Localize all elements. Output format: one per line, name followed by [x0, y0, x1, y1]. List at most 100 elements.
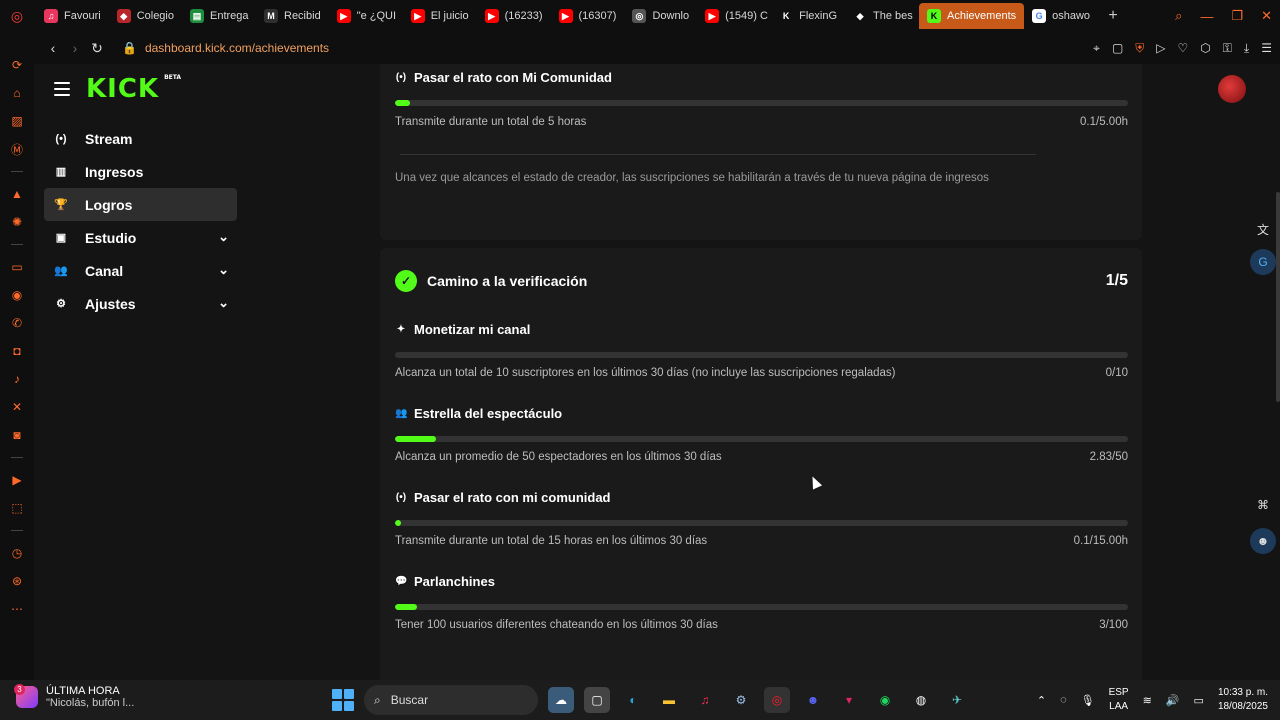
taskbar-search[interactable]: ⌕ Buscar — [364, 685, 538, 715]
chevron-up-icon[interactable]: ⌃ — [1037, 694, 1046, 707]
edge-icon[interactable]: ◐ — [620, 687, 646, 713]
twitch-icon[interactable]: ▭ — [8, 258, 26, 276]
snapshot-icon[interactable]: ▢ — [1112, 41, 1123, 55]
file-explorer-icon[interactable]: ▬ — [656, 687, 682, 713]
news-widget[interactable]: 3 ÚLTIMA HORA "Nicolás, bufón l... — [14, 684, 134, 709]
messenger-icon[interactable]: ◉ — [8, 286, 26, 304]
achievement-description: Alcanza un total de 10 suscriptores en l… — [395, 367, 896, 379]
chatgpt-icon[interactable]: ✺ — [8, 213, 26, 231]
adblock-shield-icon[interactable]: ⛨ — [1135, 41, 1144, 56]
forward-button[interactable]: › — [64, 37, 86, 59]
steam-icon[interactable]: ⚙ — [728, 687, 754, 713]
pinboard-icon[interactable]: ⬚ — [8, 499, 26, 517]
sidebar-item-canal[interactable]: 👥 Canal ⌄ — [44, 254, 237, 287]
browser-tab[interactable]: ▶ (16233) — [477, 3, 551, 29]
gx-icon[interactable]: ⊛ — [8, 572, 26, 590]
reload-button[interactable]: ↻ — [86, 37, 108, 59]
more-icon[interactable]: ⋯ — [8, 600, 26, 618]
sidebar-item-stream[interactable]: (•) Stream — [44, 122, 237, 155]
sidebar-item-label: Ajustes — [85, 295, 136, 312]
back-button[interactable]: ‹ — [42, 37, 64, 59]
new-tab-button[interactable]: + — [1102, 5, 1124, 27]
browser-tab[interactable]: ♫ Favouri — [36, 3, 109, 29]
microphone-icon[interactable]: 🎙 — [1081, 694, 1095, 707]
sidebar-item-label: Ingresos — [85, 163, 144, 180]
apps-grid-icon[interactable]: ⌘ — [1250, 492, 1276, 518]
assistant-icon[interactable]: G — [1250, 249, 1276, 275]
windows-start-icon[interactable] — [332, 689, 354, 711]
opera-gx-icon[interactable]: ◎ — [764, 687, 790, 713]
browser-tab[interactable]: K Achievements — [919, 3, 1025, 29]
achievements-content: (•) Pasar el rato con Mi Comunidad Trans… — [380, 64, 1142, 680]
bot-icon[interactable]: ☻ — [1250, 528, 1276, 554]
ai-icon[interactable]: ⟳ — [8, 56, 26, 74]
download-icon[interactable]: ⤓ — [1244, 41, 1249, 56]
browser-tab[interactable]: ▶ El juicio — [403, 3, 477, 29]
chevron-down-icon[interactable]: ⌄ — [218, 295, 229, 311]
obs-icon[interactable]: ◍ — [908, 687, 934, 713]
widgets-icon[interactable]: ☁ — [548, 687, 574, 713]
vpn-icon[interactable]: ⚿ — [1223, 41, 1232, 56]
language-indicator[interactable]: ESP LAA — [1109, 686, 1129, 714]
kick-logo[interactable]: KICK BETA — [86, 74, 181, 104]
discord-icon[interactable]: ◙ — [8, 426, 26, 444]
tiktok-icon[interactable]: ♪ — [8, 370, 26, 388]
chat-app-icon[interactable]: ✈ — [944, 687, 970, 713]
maximize-button[interactable]: ❐ — [1231, 8, 1243, 24]
app-icon[interactable]: ▾ — [836, 687, 862, 713]
close-window-button[interactable]: ✕ — [1261, 8, 1272, 24]
battery-icon[interactable]: ▭ — [1194, 694, 1204, 707]
url-field[interactable]: 🔒 dashboard.kick.com/achievements — [122, 41, 329, 55]
wifi-icon[interactable]: ≋ — [1143, 694, 1152, 707]
pin-icon[interactable]: ⌖ — [1093, 41, 1100, 56]
extensions-icon[interactable]: ⬡ — [1200, 41, 1210, 55]
aria-icon[interactable]: ▲ — [8, 185, 26, 203]
hamburger-menu-icon[interactable] — [54, 82, 70, 96]
tab-label: Favouri — [64, 10, 101, 22]
player-icon[interactable]: ▶ — [8, 471, 26, 489]
player-icon[interactable]: ▷ — [1156, 41, 1165, 55]
x-icon[interactable]: ✕ — [8, 398, 26, 416]
browser-tab[interactable]: Goshawo — [1024, 3, 1098, 29]
chevron-down-icon[interactable]: ⌄ — [218, 262, 229, 278]
mail-icon[interactable]: Ⓜ — [8, 140, 26, 158]
tray-app-icon[interactable]: ◌ — [1060, 694, 1067, 706]
heart-icon[interactable]: ♡ — [1178, 41, 1189, 55]
sidebar-item-ajustes[interactable]: ⚙ Ajustes ⌄ — [44, 287, 237, 320]
browser-tab[interactable]: K FlexinG — [771, 3, 845, 29]
whatsapp-icon[interactable]: ✆ — [8, 314, 26, 332]
sidebar-item-estudio[interactable]: ▣ Estudio ⌄ — [44, 221, 237, 254]
instagram-icon[interactable]: ◘ — [8, 342, 26, 360]
achievement-title: 👥 Estrella del espectáculo — [395, 406, 562, 421]
browser-tab[interactable]: ▤ Entrega — [182, 3, 256, 29]
task-view-icon[interactable]: ▢ — [584, 687, 610, 713]
volume-icon[interactable]: 🔊 — [1166, 694, 1180, 707]
discord-icon[interactable]: ☻ — [800, 687, 826, 713]
clock[interactable]: 10:33 p. m. 18/08/2025 — [1218, 686, 1268, 714]
history-icon[interactable]: ◷ — [8, 544, 26, 562]
workspace-icon[interactable]: ⌂ — [8, 84, 26, 102]
browser-tab[interactable]: ◎ Downlo — [624, 3, 697, 29]
search-tabs-icon[interactable]: ⌕ — [1175, 8, 1182, 24]
sidebar-item-ingresos[interactable]: ▥ Ingresos — [44, 155, 237, 188]
browser-tab[interactable]: ◆ Colegio — [109, 3, 182, 29]
browser-tab[interactable]: ◆ The bes — [845, 3, 919, 29]
tab-favicon-icon: ▶ — [336, 9, 351, 23]
browser-tab[interactable]: ▶ (1549) C — [697, 3, 771, 29]
translate-icon[interactable]: 文 — [1250, 216, 1276, 242]
achievement-progress: 0.1/5.00h — [1080, 116, 1128, 128]
sidebar-item-logros[interactable]: 🏆 Logros — [44, 188, 237, 221]
tab-label: El juicio — [430, 10, 469, 22]
spotify-icon[interactable]: ◉ — [872, 687, 898, 713]
browser-tab[interactable]: ▶ (16307) — [551, 3, 625, 29]
minimize-button[interactable]: — — [1200, 9, 1213, 24]
chevron-down-icon[interactable]: ⌄ — [218, 229, 229, 245]
browser-tab[interactable]: M Recibid — [256, 3, 329, 29]
itunes-icon[interactable]: ♫ — [692, 687, 718, 713]
opera-logo-icon[interactable]: ◎ — [6, 5, 28, 27]
menu-icon[interactable]: ☰ — [1261, 41, 1272, 55]
avatar[interactable] — [1218, 75, 1246, 103]
notes-icon[interactable]: ▨ — [8, 112, 26, 130]
browser-tab[interactable]: ▶ "e ¿QUI — [329, 3, 403, 29]
page-scrollbar[interactable] — [1276, 192, 1280, 402]
